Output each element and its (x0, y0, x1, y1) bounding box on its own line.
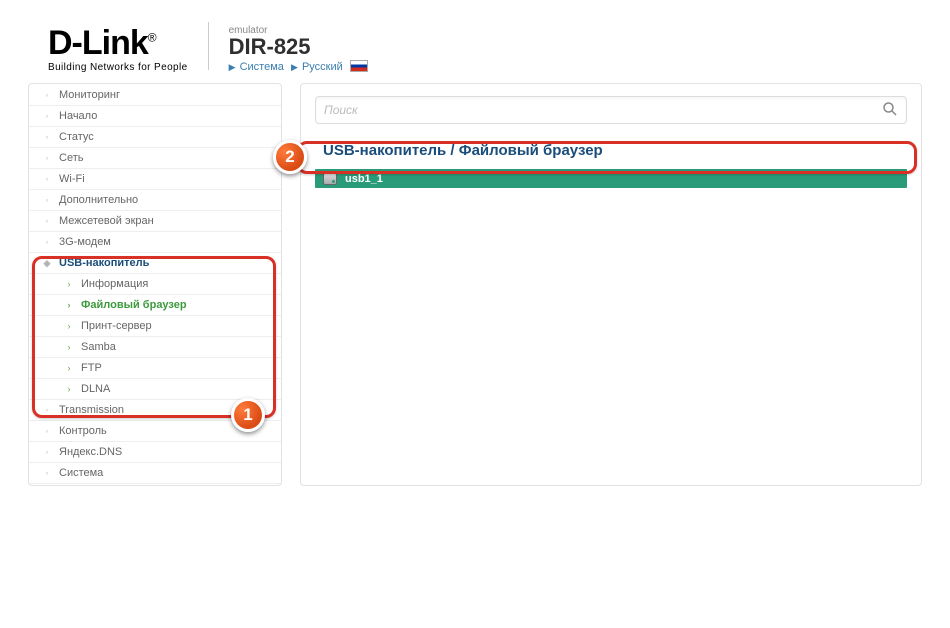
chevron-right-icon: › (63, 300, 75, 310)
sidebar-item-status[interactable]: ◦ Статус (29, 127, 281, 148)
sidebar-item-3g-modem[interactable]: ◦ 3G-модем (29, 232, 281, 253)
bullet-icon: ◦ (41, 426, 53, 436)
sidebar-item-label: Wi-Fi (59, 173, 85, 185)
sidebar-item-label: Принт-сервер (81, 320, 152, 332)
bullet-icon: ◦ (41, 195, 53, 205)
chevron-right-icon: ▶ (229, 62, 236, 72)
chevron-right-icon: › (63, 342, 75, 352)
bullet-icon: ◦ (41, 237, 53, 247)
crumb-language[interactable]: Русский (302, 61, 343, 73)
sidebar-subitem-dlna[interactable]: › DLNA (29, 379, 281, 400)
sidebar-item-label: DLNA (81, 383, 110, 395)
chevron-right-icon: ▶ (291, 62, 298, 72)
sidebar-item-label: 3G-модем (59, 236, 111, 248)
flag-ru-icon[interactable] (350, 60, 368, 72)
bullet-icon: ◦ (41, 90, 53, 100)
header-separator (208, 22, 209, 70)
sidebar: ◦ Мониторинг ◦ Начало ◦ Статус ◦ Сеть ◦ Wi-Fi… (28, 83, 282, 486)
search-bar (315, 96, 907, 124)
sidebar-item-label: Файловый браузер (81, 299, 187, 311)
page-title: USB-накопитель / Файловый браузер (323, 142, 905, 159)
chevron-right-icon: › (63, 321, 75, 331)
sidebar-item-transmission[interactable]: ◦ Transmission (29, 400, 281, 421)
chevron-right-icon: › (63, 363, 75, 373)
chevron-right-icon: › (63, 279, 75, 289)
sidebar-item-control[interactable]: ◦ Контроль (29, 421, 281, 442)
chevron-right-icon: › (63, 384, 75, 394)
brand-name: D-Link (48, 24, 148, 62)
sidebar-item-label: Мониторинг (59, 89, 120, 101)
sidebar-item-system[interactable]: ◦ Система (29, 463, 281, 484)
sidebar-subitem-info[interactable]: › Информация (29, 274, 281, 295)
bullet-icon: ◦ (41, 153, 53, 163)
content-panel: USB-накопитель / Файловый браузер usb1_1… (300, 83, 922, 486)
sidebar-item-label: Дополнительно (59, 194, 138, 206)
crumb-system[interactable]: Система (240, 61, 284, 73)
model-block: emulator DIR-825 ▶ Система ▶ Русский (229, 25, 368, 73)
bullet-icon: ◦ (41, 111, 53, 121)
search-input[interactable] (324, 103, 882, 117)
header: D-Link® Building Networks for People emu… (0, 0, 950, 83)
bullet-open-icon: ◈ (41, 258, 53, 269)
sidebar-item-firewall[interactable]: ◦ Межсетевой экран (29, 211, 281, 232)
sidebar-item-start[interactable]: ◦ Начало (29, 106, 281, 127)
file-name: usb1_1 (345, 173, 383, 185)
brand-tagline: Building Networks for People (48, 62, 188, 73)
sidebar-subitem-file-browser[interactable]: › Файловый браузер (29, 295, 281, 316)
bullet-icon: ◦ (41, 132, 53, 142)
file-browser-row[interactable]: usb1_1 (315, 169, 907, 188)
sidebar-item-advanced[interactable]: ◦ Дополнительно (29, 190, 281, 211)
bullet-icon: ◦ (41, 405, 53, 415)
sidebar-item-label: Система (59, 467, 103, 479)
sidebar-item-label: Информация (81, 278, 148, 290)
sidebar-item-label: FTP (81, 362, 102, 374)
bullet-icon: ◦ (41, 447, 53, 457)
search-icon[interactable] (882, 101, 898, 120)
model-name: DIR-825 (229, 36, 368, 58)
brand-logo: D-Link® Building Networks for People (48, 26, 188, 73)
sidebar-subitem-print-server[interactable]: › Принт-сервер (29, 316, 281, 337)
sidebar-item-label: USB-накопитель (59, 257, 149, 269)
bullet-icon: ◦ (41, 174, 53, 184)
sidebar-item-network[interactable]: ◦ Сеть (29, 148, 281, 169)
bullet-icon: ◦ (41, 468, 53, 478)
sidebar-item-monitoring[interactable]: ◦ Мониторинг (29, 85, 281, 106)
sidebar-item-label: Межсетевой экран (59, 215, 154, 227)
sidebar-item-label: Samba (81, 341, 116, 353)
sidebar-item-label: Начало (59, 110, 97, 122)
sidebar-item-label: Статус (59, 131, 94, 143)
sidebar-subitem-samba[interactable]: › Samba (29, 337, 281, 358)
sidebar-item-usb-storage[interactable]: ◈ USB-накопитель (29, 253, 281, 274)
sidebar-item-label: Сеть (59, 152, 83, 164)
drive-icon (323, 173, 337, 185)
registered-mark: ® (148, 31, 156, 45)
bullet-icon: ◦ (41, 216, 53, 226)
sidebar-item-yandex-dns[interactable]: ◦ Яндекс.DNS (29, 442, 281, 463)
breadcrumb: ▶ Система ▶ Русский (229, 60, 368, 73)
sidebar-item-label: Контроль (59, 425, 107, 437)
sidebar-item-label: Transmission (59, 404, 124, 416)
sidebar-item-label: Яндекс.DNS (59, 446, 122, 458)
sidebar-subitem-ftp[interactable]: › FTP (29, 358, 281, 379)
sidebar-item-wifi[interactable]: ◦ Wi-Fi (29, 169, 281, 190)
